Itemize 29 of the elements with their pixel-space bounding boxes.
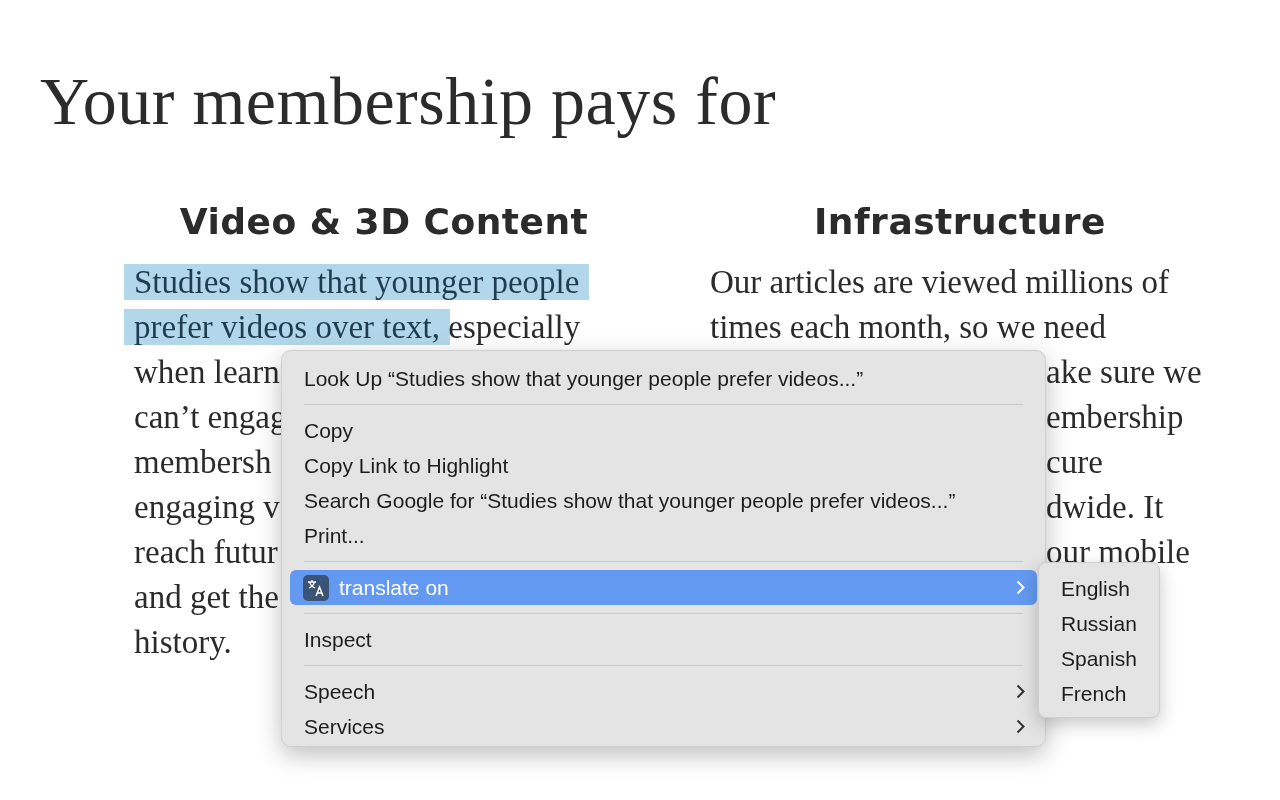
- body-text: reach futur: [133, 533, 279, 572]
- menu-item[interactable]: Copy: [290, 413, 1037, 448]
- body-text: membersh: [133, 443, 273, 482]
- menu-item[interactable]: Copy Link to Highlight: [290, 448, 1037, 483]
- chevron-right-icon: [1016, 684, 1025, 699]
- menu-item[interactable]: Search Google for “Studies show that younger people prefer videos...”: [290, 483, 1037, 518]
- body-text: ake sure we: [1045, 353, 1203, 392]
- body-text: times each month, so we need: [709, 308, 1107, 347]
- column-heading: Video & 3D Content: [179, 200, 589, 244]
- menu-item[interactable]: Russian: [1045, 606, 1153, 641]
- menu-item[interactable]: Print...: [290, 518, 1037, 553]
- menu-item[interactable]: Speech: [290, 674, 1037, 709]
- menu-item[interactable]: French: [1045, 676, 1153, 711]
- body-text: cure: [1045, 443, 1104, 482]
- menu-item[interactable]: Services: [290, 709, 1037, 744]
- body-text: embership: [1045, 398, 1185, 437]
- body-text: history.: [133, 623, 233, 662]
- column-heading: Infrastructure: [813, 200, 1107, 244]
- body-text: when learn: [133, 353, 281, 392]
- menu-item[interactable]: Look Up “Studies show that younger people prefer videos...”: [290, 361, 1037, 396]
- chevron-right-icon: [1016, 719, 1025, 734]
- menu-item[interactable]: Spanish: [1045, 641, 1153, 676]
- chevron-right-icon: [1016, 580, 1025, 595]
- body-text: engaging v: [133, 488, 281, 527]
- menu-item[interactable]: English: [1045, 571, 1153, 606]
- menu-item[interactable]: Inspect: [290, 622, 1037, 657]
- body-text: and get the: [133, 578, 280, 617]
- body-text: dwide. It: [1045, 488, 1165, 527]
- body-text: Our articles are viewed millions of: [709, 263, 1171, 302]
